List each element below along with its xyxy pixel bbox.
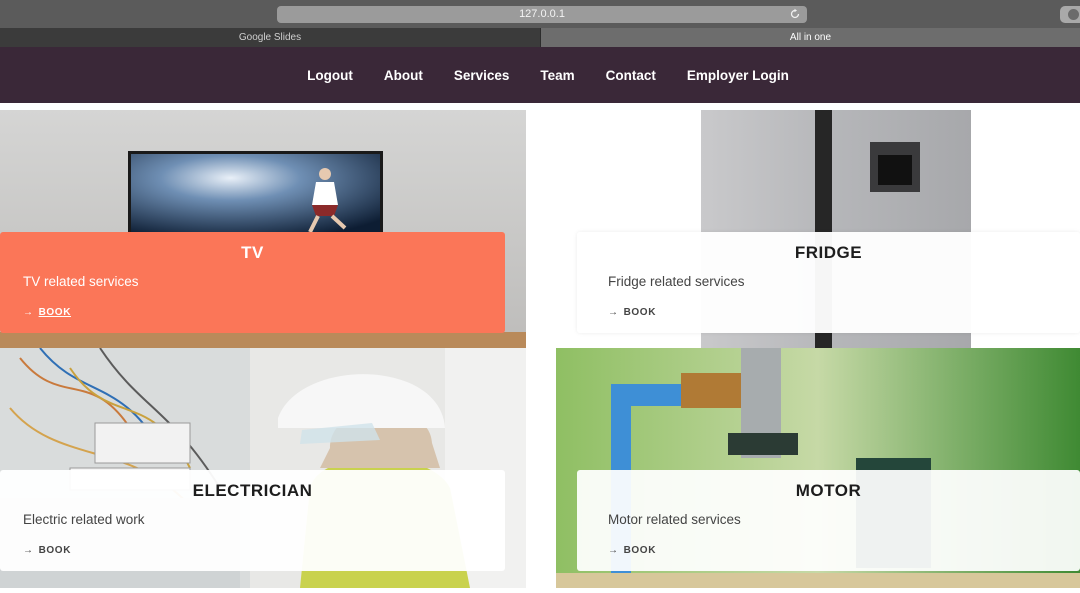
url-text: 127.0.0.1 <box>519 8 565 20</box>
extension-icon <box>1068 9 1079 20</box>
card-description: Fridge related services <box>608 274 745 289</box>
card-title: MOTOR <box>795 481 862 500</box>
nav-links: Logout About Services Team Contact Emplo… <box>0 47 1080 103</box>
nav-about[interactable]: About <box>384 68 423 83</box>
tv-book-link[interactable]: → BOOK <box>23 307 71 318</box>
arrow-right-icon: → <box>608 545 619 556</box>
book-label: BOOK <box>38 545 72 556</box>
card-title: TV <box>241 243 264 262</box>
nav-logout[interactable]: Logout <box>307 68 353 83</box>
card-title: FRIDGE <box>794 243 863 262</box>
reload-icon[interactable] <box>789 8 801 20</box>
motor-service-card: MOTOR Motor related services → BOOK <box>577 470 1080 571</box>
tab-strip: Google Slides All in one <box>0 28 1080 47</box>
book-label: BOOK <box>623 307 657 318</box>
tv-service-card: TV TV related services → BOOK <box>0 232 505 333</box>
nav-services[interactable]: Services <box>454 68 510 83</box>
tab-google-slides[interactable]: Google Slides <box>0 28 540 47</box>
site-navbar: Logout About Services Team Contact Emplo… <box>0 47 1080 103</box>
arrow-right-icon: → <box>23 545 34 556</box>
card-description: TV related services <box>23 274 139 289</box>
address-bar[interactable]: 127.0.0.1 <box>277 6 807 23</box>
fridge-book-link[interactable]: → BOOK <box>608 307 656 318</box>
book-label: BOOK <box>38 307 72 318</box>
fridge-service-card: FRIDGE Fridge related services → BOOK <box>577 232 1080 333</box>
card-title: ELECTRICIAN <box>192 481 313 500</box>
nav-contact[interactable]: Contact <box>606 68 656 83</box>
browser-toolbar: 127.0.0.1 <box>0 0 1080 28</box>
card-description: Electric related work <box>23 512 145 527</box>
motor-book-link[interactable]: → BOOK <box>608 545 656 556</box>
electrician-book-link[interactable]: → BOOK <box>23 545 71 556</box>
arrow-right-icon: → <box>608 307 619 318</box>
book-label: BOOK <box>623 545 657 556</box>
electrician-service-card: ELECTRICIAN Electric related work → BOOK <box>0 470 505 571</box>
arrow-right-icon: → <box>23 307 34 318</box>
card-description: Motor related services <box>608 512 741 527</box>
nav-team[interactable]: Team <box>540 68 574 83</box>
nav-employer-login[interactable]: Employer Login <box>687 68 789 83</box>
extension-button[interactable] <box>1060 6 1080 23</box>
tab-all-in-one[interactable]: All in one <box>540 28 1080 47</box>
